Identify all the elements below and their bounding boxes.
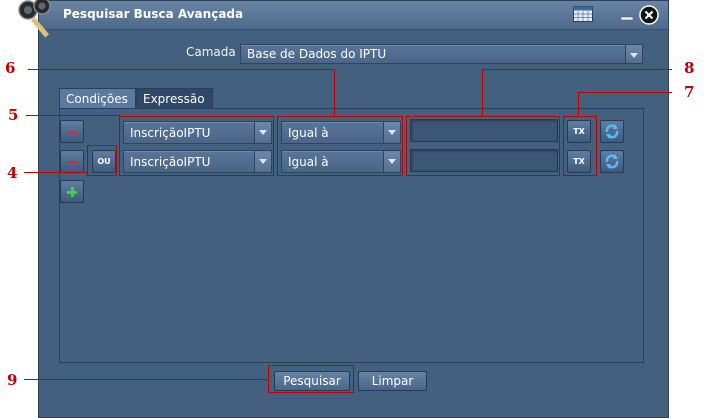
annotation-4: 4 — [7, 164, 18, 182]
refresh-button[interactable] — [600, 150, 624, 173]
annotation-box-or — [87, 145, 117, 176]
grid-icon[interactable] — [573, 6, 593, 22]
refresh-button[interactable] — [600, 120, 624, 143]
annotation-5: 5 — [8, 106, 19, 124]
close-icon[interactable] — [639, 5, 659, 25]
annotation-6: 6 — [5, 59, 16, 77]
minimize-icon[interactable] — [620, 6, 634, 22]
camada-label: Camada — [186, 45, 236, 59]
add-condition-button[interactable] — [60, 180, 84, 203]
annotation-box-search — [268, 365, 354, 393]
annotation-box-tx — [563, 116, 597, 176]
search-window: Pesquisar Busca Avançada Camada Base de … — [18, 0, 669, 418]
annotation-box-operator — [277, 116, 403, 176]
annotation-box-field — [119, 116, 274, 176]
remove-condition-button[interactable] — [60, 150, 84, 173]
annotation-7: 7 — [684, 83, 695, 101]
binoculars-icon — [18, 0, 51, 38]
annotation-box-value — [406, 116, 560, 176]
tab-conditions[interactable]: Condições — [59, 88, 136, 108]
annotation-8: 8 — [684, 59, 695, 77]
camada-select[interactable]: Base de Dados do IPTU — [240, 44, 643, 64]
clear-button[interactable]: Limpar — [358, 371, 427, 391]
chevron-down-icon[interactable] — [625, 45, 642, 63]
annotation-9: 9 — [7, 371, 18, 389]
tab-expression[interactable]: Expressão — [136, 88, 213, 108]
title-bar[interactable]: Pesquisar Busca Avançada — [39, 1, 668, 30]
camada-select-value: Base de Dados do IPTU — [247, 47, 387, 61]
refresh-icon — [605, 154, 619, 169]
remove-condition-button[interactable] — [60, 120, 84, 143]
refresh-icon — [605, 124, 619, 139]
window-title: Pesquisar Busca Avançada — [63, 7, 244, 21]
